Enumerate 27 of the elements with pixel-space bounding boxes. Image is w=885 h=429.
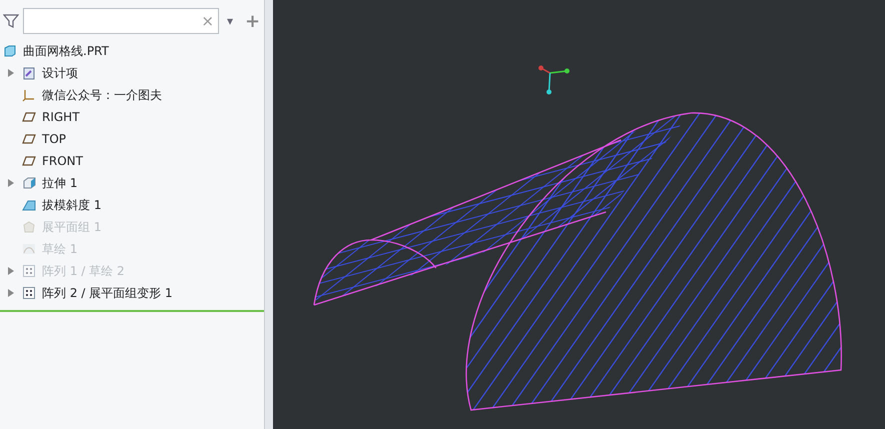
wedge-icon bbox=[22, 198, 36, 212]
filter-icon[interactable] bbox=[3, 13, 19, 29]
axis-triad-icon bbox=[538, 66, 570, 94]
part-icon bbox=[3, 44, 17, 58]
parallelogram-icon bbox=[22, 154, 36, 168]
polygon-icon bbox=[22, 220, 36, 234]
coordinate-axes-icon bbox=[22, 88, 36, 102]
sketch-icon bbox=[22, 242, 36, 256]
expand-arrow-icon[interactable] bbox=[8, 69, 14, 77]
cube-icon bbox=[22, 176, 36, 190]
expand-arrow-icon[interactable] bbox=[8, 289, 14, 297]
grid-dots-icon bbox=[22, 286, 36, 300]
clipboard-icon bbox=[22, 66, 36, 80]
tree-item-label[interactable]: RIGHT bbox=[42, 110, 80, 124]
tree-item-label[interactable]: 拉伸 1 bbox=[42, 174, 78, 192]
tree-item-label[interactable]: 微信公众号：一介图夫 bbox=[42, 86, 162, 104]
tree-item-label[interactable]: 拔模斜度 1 bbox=[42, 196, 102, 214]
tree-item-label[interactable]: FRONT bbox=[42, 154, 83, 168]
tree-item-label[interactable]: TOP bbox=[42, 132, 66, 146]
expand-arrow-icon[interactable] bbox=[8, 179, 14, 187]
tree-root-label[interactable]: 曲面网格线.PRT bbox=[23, 42, 109, 60]
tree-item-label[interactable]: 阵列 2 / 展平面组变形 1 bbox=[42, 284, 173, 302]
parallelogram-icon bbox=[22, 132, 36, 146]
tree-item-label[interactable]: 设计项 bbox=[42, 64, 78, 82]
parallelogram-icon bbox=[22, 110, 36, 124]
dropdown-button[interactable]: ▾ bbox=[223, 14, 238, 28]
grid-dots-icon bbox=[22, 264, 36, 278]
